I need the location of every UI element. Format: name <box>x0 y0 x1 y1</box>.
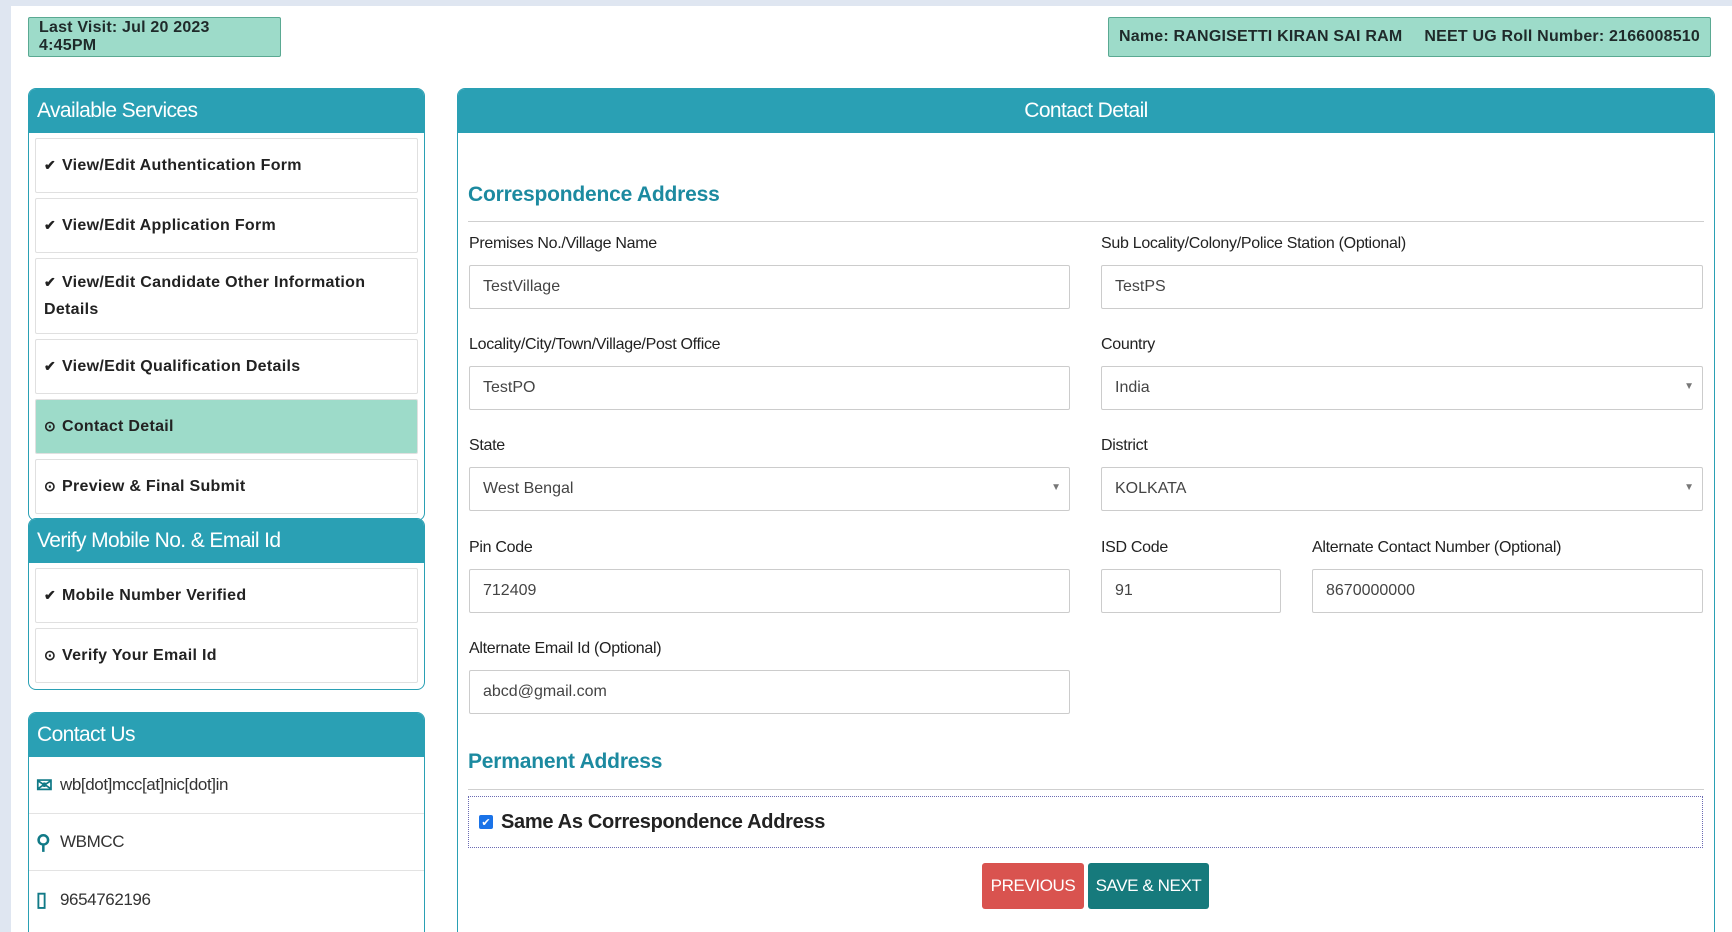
section-divider <box>468 221 1704 222</box>
service-item-label: Preview & Final Submit <box>62 478 246 495</box>
premises-label: Premises No./Village Name <box>469 235 657 252</box>
service-item-label: View/Edit Candidate Other Information De… <box>44 274 366 318</box>
chevron-down-icon: ▼ <box>1051 482 1061 493</box>
chevron-down-icon: ▼ <box>1684 482 1694 493</box>
contact-email-row: ✉ wb[dot]mcc[at]nic[dot]in <box>29 757 424 814</box>
last-visit-badge: Last Visit: Jul 20 2023 4:45PM <box>28 17 281 57</box>
contact-email: wb[dot]mcc[at]nic[dot]in <box>60 775 229 794</box>
contact-location-row: ⚲ WBMCC <box>29 814 424 871</box>
alt-email-input[interactable]: abcd@gmail.com <box>469 670 1070 714</box>
contact-location: WBMCC <box>60 832 125 851</box>
last-visit-text: Last Visit: Jul 20 2023 4:45PM <box>39 19 210 54</box>
contact-detail-panel: Contact Detail Correspondence Address Pr… <box>457 88 1715 932</box>
contact-detail-title: Contact Detail <box>458 89 1714 133</box>
contact-us-title: Contact Us <box>29 713 424 757</box>
clock-icon: ⊙ <box>44 478 57 494</box>
service-item-qualification-details[interactable]: ✔ View/Edit Qualification Details <box>35 339 418 394</box>
chevron-down-icon: ▼ <box>1684 381 1694 392</box>
contact-phone: 9654762196 <box>60 889 151 909</box>
correspondence-address-title: Correspondence Address <box>468 183 720 206</box>
service-item-application-form[interactable]: ✔ View/Edit Application Form <box>35 198 418 253</box>
verify-item-email[interactable]: ⊙ Verify Your Email Id <box>35 628 418 683</box>
user-info-badge: Name: RANGISETTI KIRAN SAI RAM NEET UG R… <box>1108 17 1711 57</box>
district-label: District <box>1101 437 1148 454</box>
verify-item-label: Verify Your Email Id <box>62 647 217 664</box>
state-value: West Bengal <box>483 480 574 497</box>
isd-code-label: ISD Code <box>1101 539 1168 556</box>
alt-contact-input[interactable]: 8670000000 <box>1312 569 1703 613</box>
roll-number: NEET UG Roll Number: 2166008510 <box>1424 28 1700 45</box>
service-item-label: View/Edit Authentication Form <box>62 157 302 174</box>
mobile-phone-icon: ▯ <box>36 889 47 911</box>
pin-code-label: Pin Code <box>469 539 533 556</box>
save-next-button[interactable]: SAVE & NEXT <box>1088 863 1209 909</box>
country-select[interactable]: India ▼ <box>1101 366 1703 410</box>
alt-contact-label: Alternate Contact Number (Optional) <box>1312 539 1562 556</box>
isd-code-input[interactable]: 91 <box>1101 569 1281 613</box>
sublocality-input[interactable]: TestPS <box>1101 265 1703 309</box>
state-select[interactable]: West Bengal ▼ <box>469 467 1070 511</box>
same-as-correspondence-label[interactable]: Same As Correspondence Address <box>501 811 825 834</box>
service-item-preview-submit[interactable]: ⊙ Preview & Final Submit <box>35 459 418 514</box>
check-circle-icon: ✔ <box>44 358 57 374</box>
clock-icon: ⊙ <box>44 647 57 663</box>
country-value: India <box>1115 379 1150 396</box>
premises-input[interactable]: TestVillage <box>469 265 1070 309</box>
verify-panel: Verify Mobile No. & Email Id ✔ Mobile Nu… <box>28 518 425 690</box>
sublocality-label: Sub Locality/Colony/Police Station (Opti… <box>1101 235 1406 252</box>
service-item-authentication-form[interactable]: ✔ View/Edit Authentication Form <box>35 138 418 193</box>
check-circle-icon: ✔ <box>44 274 57 290</box>
permanent-address-title: Permanent Address <box>468 750 663 773</box>
map-marker-icon: ⚲ <box>36 831 51 854</box>
service-item-label: View/Edit Qualification Details <box>62 358 301 375</box>
services-panel-title: Available Services <box>29 89 424 133</box>
user-name: Name: RANGISETTI KIRAN SAI RAM <box>1119 28 1403 45</box>
verify-list: ✔ Mobile Number Verified ⊙ Verify Your E… <box>29 563 424 689</box>
services-panel: Available Services ✔ View/Edit Authentic… <box>28 88 425 521</box>
section-divider <box>468 789 1704 790</box>
service-item-other-information[interactable]: ✔ View/Edit Candidate Other Information D… <box>35 258 418 334</box>
country-label: Country <box>1101 336 1155 353</box>
verify-item-mobile[interactable]: ✔ Mobile Number Verified <box>35 568 418 623</box>
locality-input[interactable]: TestPO <box>469 366 1070 410</box>
alt-email-label: Alternate Email Id (Optional) <box>469 640 662 657</box>
check-circle-icon: ✔ <box>44 217 57 233</box>
envelope-icon: ✉ <box>36 774 53 797</box>
previous-button[interactable]: PREVIOUS <box>982 863 1084 909</box>
contact-phone-row: ▯ 9654762196 <box>29 871 424 928</box>
district-value: KOLKATA <box>1115 480 1187 497</box>
check-circle-icon: ✔ <box>44 157 57 173</box>
check-circle-icon: ✔ <box>44 587 57 603</box>
service-item-label: Contact Detail <box>62 418 174 435</box>
same-as-correspondence-row: ✔ Same As Correspondence Address <box>468 796 1703 848</box>
services-list: ✔ View/Edit Authentication Form ✔ View/E… <box>29 133 424 520</box>
service-item-label: View/Edit Application Form <box>62 217 277 234</box>
state-label: State <box>469 437 505 454</box>
locality-label: Locality/City/Town/Village/Post Office <box>469 336 721 353</box>
service-item-contact-detail[interactable]: ⊙ Contact Detail <box>35 399 418 454</box>
pin-code-input[interactable]: 712409 <box>469 569 1070 613</box>
verify-panel-title: Verify Mobile No. & Email Id <box>29 519 424 563</box>
district-select[interactable]: KOLKATA ▼ <box>1101 467 1703 511</box>
page: Last Visit: Jul 20 2023 4:45PM Name: RAN… <box>11 6 1732 932</box>
clock-icon: ⊙ <box>44 418 57 434</box>
same-as-correspondence-checkbox[interactable]: ✔ <box>479 815 493 829</box>
verify-item-label: Mobile Number Verified <box>62 587 247 604</box>
contact-us-panel: Contact Us ✉ wb[dot]mcc[at]nic[dot]in ⚲ … <box>28 712 425 932</box>
